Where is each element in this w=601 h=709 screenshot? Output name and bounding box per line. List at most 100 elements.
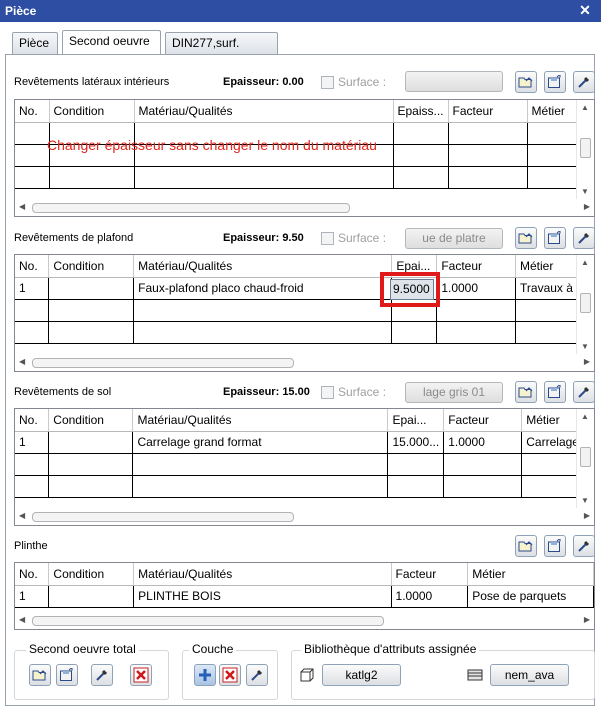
pick-button-plinthe[interactable] — [573, 535, 595, 557]
katalog-button[interactable]: katlg2 — [322, 664, 401, 686]
table-row[interactable]: 1 Faux-plafond placo chaud-froid 1.0000 … — [15, 277, 594, 300]
delete-icon — [222, 667, 238, 683]
table-row[interactable] — [15, 321, 594, 344]
epaisseur-label-plafond: Epaisseur: 9.50 — [223, 232, 304, 244]
close-icon[interactable]: ✕ — [577, 2, 593, 18]
save-icon — [548, 231, 561, 244]
col-header[interactable]: Matériau/Qualités — [132, 409, 389, 432]
save-icon — [548, 385, 561, 398]
vertical-scrollbar[interactable]: ▲ ▼ — [576, 255, 594, 354]
table-row[interactable] — [15, 166, 580, 189]
save-icon — [60, 668, 73, 681]
highlight-box — [380, 272, 440, 307]
save-button-plafond[interactable] — [544, 227, 566, 249]
eyedropper-icon — [578, 76, 590, 88]
col-header[interactable]: Matériau/Qualités — [134, 100, 394, 123]
vertical-scrollbar[interactable]: ▲ ▼ — [576, 100, 594, 199]
open-folder-icon — [518, 541, 533, 552]
table-header: No. Condition Matériau/Qualités Epaiss..… — [15, 100, 580, 123]
eyedropper-icon — [578, 540, 590, 552]
grid-lateraux[interactable]: No. Condition Matériau/Qualités Epaiss..… — [14, 99, 595, 217]
col-header[interactable]: Matériau/Qualités — [133, 563, 392, 586]
add-button-couche[interactable] — [194, 664, 216, 686]
epaisseur-value-sol: 15.00 — [282, 386, 310, 398]
tab-piece[interactable]: Pièce — [12, 32, 58, 54]
col-header[interactable]: Epaiss... — [393, 100, 449, 123]
tab-second-oeuvre[interactable]: Second oeuvre — [62, 30, 161, 55]
col-header[interactable]: Epai... — [387, 409, 445, 432]
table-sol: No. Condition Matériau/Qualités Epai... … — [15, 409, 594, 498]
add-icon — [199, 669, 211, 681]
col-header[interactable]: Métier — [527, 100, 580, 123]
col-header[interactable]: Condition — [48, 563, 135, 586]
cube-icon — [299, 667, 315, 686]
table-row[interactable]: 1 PLINTHE BOIS 1.0000 Pose de parquets — [15, 585, 594, 608]
horizontal-scrollbar[interactable]: ◀ ▶ — [15, 612, 594, 629]
open-button-plafond[interactable] — [515, 227, 537, 249]
save-button-total[interactable] — [56, 664, 78, 686]
table-row[interactable] — [15, 475, 594, 498]
col-header[interactable]: Facteur — [448, 100, 528, 123]
pick-button-sol[interactable] — [573, 381, 595, 403]
section-title-plafond: Revêtements de plafond — [14, 232, 134, 244]
table-row[interactable] — [15, 453, 594, 476]
grid-sol[interactable]: No. Condition Matériau/Qualités Epai... … — [14, 408, 595, 526]
col-header[interactable]: Facteur — [391, 563, 469, 586]
col-header[interactable]: Facteur — [443, 409, 523, 432]
delete-button-total[interactable] — [130, 664, 152, 686]
open-button-lateraux[interactable] — [515, 71, 537, 93]
col-header[interactable]: No. — [15, 409, 50, 432]
epaisseur-label-sol: Epaisseur: 15.00 — [223, 386, 310, 398]
pick-button-plafond[interactable] — [573, 227, 595, 249]
horizontal-scrollbar[interactable]: ◀ ▶ — [15, 199, 594, 216]
save-button-sol[interactable] — [544, 381, 566, 403]
col-header[interactable]: Matériau/Qualités — [133, 255, 393, 278]
epaisseur-label-lateraux: Epaisseur: 0.00 — [223, 76, 304, 88]
surface-checkbox-plafond[interactable] — [321, 232, 334, 245]
col-header[interactable]: No. — [15, 100, 50, 123]
col-header[interactable]: Condition — [48, 409, 134, 432]
open-button-total[interactable] — [29, 664, 51, 686]
table-header: No. Condition Matériau/Qualités Epai... … — [15, 409, 594, 432]
open-folder-icon — [518, 387, 533, 398]
table-row[interactable] — [15, 299, 594, 322]
save-icon — [548, 75, 561, 88]
surface-button-lateraux[interactable] — [405, 71, 503, 92]
table-row[interactable]: 1 Carrelage grand format 15.000... 1.000… — [15, 431, 594, 454]
eyedropper-icon — [578, 386, 590, 398]
open-button-sol[interactable] — [515, 381, 537, 403]
horizontal-scrollbar[interactable]: ◀ ▶ — [15, 354, 594, 371]
surface-label-lateraux: Surface : — [338, 75, 387, 89]
tab-din277[interactable]: DIN277,surf. habit. — [165, 32, 278, 70]
group-label-couche: Couche — [189, 642, 237, 656]
horizontal-scrollbar[interactable]: ◀ ▶ — [15, 508, 594, 525]
table-plinthe: No. Condition Matériau/Qualités Facteur … — [15, 563, 594, 608]
pick-button-couche[interactable] — [246, 664, 268, 686]
surface-button-plafond[interactable]: ue de platre — [405, 228, 503, 249]
col-header[interactable]: Condition — [49, 100, 135, 123]
pick-button-lateraux[interactable] — [573, 71, 595, 93]
title-bar: Pièce ✕ — [0, 0, 601, 22]
col-header[interactable]: Condition — [48, 255, 135, 278]
pick-button-total[interactable] — [91, 664, 113, 686]
table-plafond: No. Condition Matériau/Qualités Epai... … — [15, 255, 594, 344]
eyedropper-icon — [96, 669, 108, 681]
col-header[interactable]: Facteur — [436, 255, 517, 278]
save-button-plinthe[interactable] — [544, 535, 566, 557]
col-header[interactable]: No. — [15, 255, 50, 278]
grid-plafond[interactable]: No. Condition Matériau/Qualités Epai... … — [14, 254, 595, 372]
col-header[interactable]: Métier — [467, 563, 594, 586]
open-folder-icon — [518, 233, 533, 244]
open-button-plinthe[interactable] — [515, 535, 537, 557]
vertical-scrollbar[interactable]: ▲ ▼ — [576, 409, 594, 508]
nem-ava-button[interactable]: nem_ava — [490, 664, 569, 686]
surface-checkbox-lateraux[interactable] — [321, 76, 334, 89]
col-header[interactable]: No. — [15, 563, 50, 586]
grid-plinthe[interactable]: No. Condition Matériau/Qualités Facteur … — [14, 562, 595, 630]
surface-button-sol[interactable]: lage gris 01 — [405, 382, 503, 403]
section-title-plinthe: Plinthe — [14, 540, 48, 552]
save-button-lateraux[interactable] — [544, 71, 566, 93]
delete-button-couche[interactable] — [219, 664, 241, 686]
table-header: No. Condition Matériau/Qualités Epai... … — [15, 255, 594, 278]
surface-checkbox-sol[interactable] — [321, 386, 334, 399]
